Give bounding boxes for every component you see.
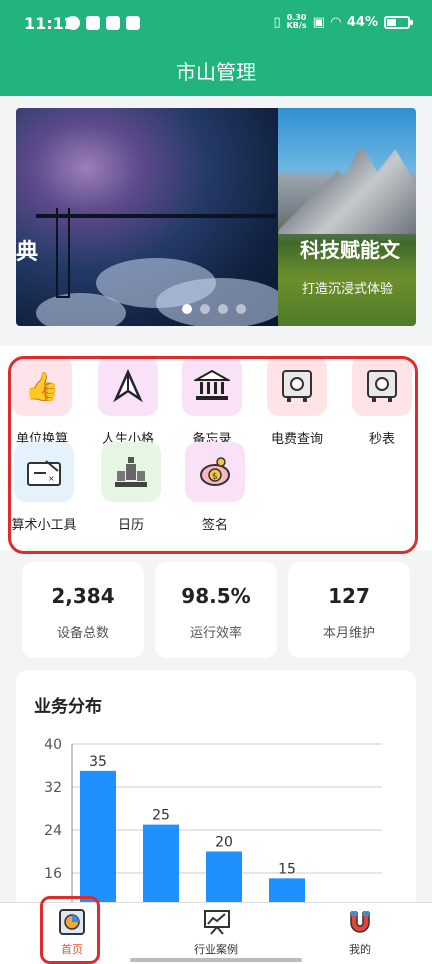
network-speed: 0.30 KB/s	[287, 14, 307, 30]
presentation-svg	[204, 910, 230, 935]
bar-value-label: 25	[152, 808, 170, 824]
stat-value: 127	[328, 584, 370, 608]
carousel-dot[interactable]	[182, 304, 192, 314]
y-tick-label: 32	[44, 780, 62, 796]
battery-percent: 44%	[346, 14, 378, 30]
nav-item-cases[interactable]: 行业案例	[166, 909, 266, 957]
app-header: 11:12 ▯ 0.30 KB/s ▣ ◠ 44% 市山管理	[0, 0, 432, 96]
tower-shape	[56, 208, 70, 298]
cloud-shape	[36, 293, 126, 326]
cloud-icon	[106, 16, 120, 30]
banner-subcaption: 打造沉浸式体验	[302, 282, 394, 297]
y-tick-label: 40	[44, 737, 62, 753]
stat-card-maintenance[interactable]: 127 本月维护	[288, 562, 410, 658]
cloud-shape	[156, 278, 286, 326]
presentation-icon	[203, 909, 230, 935]
banner-slide-space[interactable]: 典	[16, 108, 286, 326]
banner-slide-mountain[interactable]: 科技赋能文 打造沉浸式体验	[278, 108, 416, 326]
stat-value: 2,384	[51, 584, 115, 608]
highlight-outline	[40, 896, 100, 964]
stat-card-efficiency[interactable]: 98.5% 运行效率	[155, 562, 277, 658]
highlight-outline	[8, 356, 418, 554]
play-icon	[126, 16, 140, 30]
bar-chart: 40 32 24 16 35 25 20 15	[44, 737, 382, 930]
nav-label: 我的	[349, 943, 371, 956]
battery-icon	[384, 15, 413, 29]
carousel-dot[interactable]	[200, 304, 210, 314]
nav-item-mine[interactable]: 我的	[310, 909, 410, 957]
banner-carousel[interactable]: 典 科技赋能文 打造沉浸式体验	[16, 108, 416, 326]
check-circle-icon	[66, 16, 80, 30]
status-bar: 11:12 ▯ 0.30 KB/s ▣ ◠ 44%	[0, 0, 432, 40]
speed-unit: KB/s	[286, 21, 307, 30]
banner-caption: 典	[16, 240, 39, 265]
mountain-shape	[278, 144, 416, 234]
stat-value: 98.5%	[181, 584, 251, 608]
magnet-svg	[350, 911, 370, 933]
carousel-dot[interactable]	[236, 304, 246, 314]
bar-value-label: 35	[89, 754, 107, 770]
battery-level	[387, 18, 396, 26]
y-tick-label: 16	[44, 866, 62, 882]
stat-label: 本月维护	[322, 626, 375, 641]
magnet-icon	[347, 909, 373, 935]
notification-icons	[66, 16, 140, 30]
y-tick-label: 24	[44, 823, 62, 839]
sim-icon: ▣	[312, 14, 325, 30]
bar-value-label: 15	[278, 861, 296, 877]
bar-value-label: 20	[215, 835, 233, 851]
status-right: ▯ 0.30 KB/s ▣ ◠ 44%	[273, 14, 413, 30]
mail-icon	[86, 16, 100, 30]
stat-card-devices[interactable]: 2,384 设备总数	[22, 562, 144, 658]
stat-label: 运行效率	[189, 626, 242, 641]
page-title: 市山管理	[176, 60, 256, 84]
carousel-indicators	[182, 304, 246, 314]
stat-label: 设备总数	[56, 626, 109, 641]
home-indicator[interactable]	[130, 958, 302, 962]
nav-label: 行业案例	[194, 943, 238, 956]
chart-card: 业务分布 40 32 24 16 35 25 20 15	[16, 670, 416, 930]
bridge-shape	[36, 214, 276, 218]
banner-caption: 科技赋能文	[300, 238, 400, 262]
carousel-dot[interactable]	[218, 304, 228, 314]
vibrate-icon: ▯	[273, 14, 281, 30]
wifi-icon: ◠	[330, 14, 341, 30]
